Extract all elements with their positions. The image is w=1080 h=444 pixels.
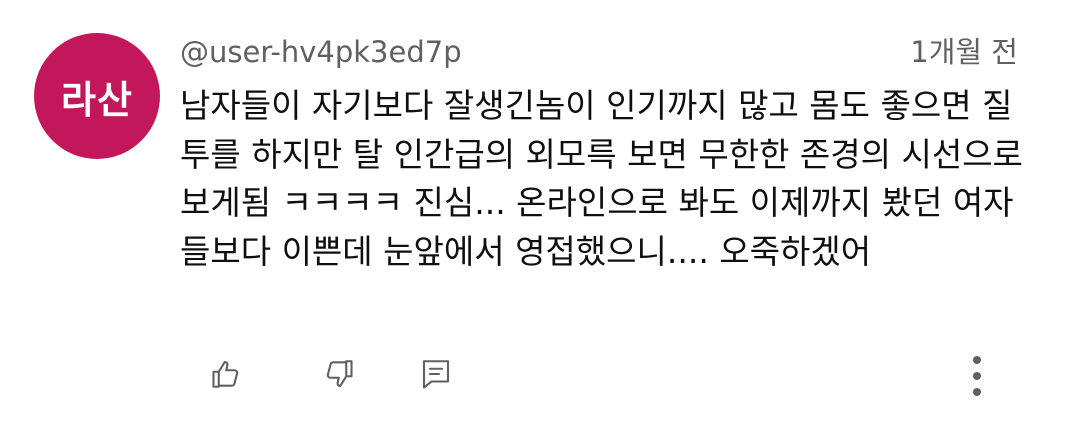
comment-item: 라산 @user-hv4pk3ed7p 1개월 전 남자들이 자기보다 잘생긴놈… bbox=[0, 0, 1080, 444]
more-options-button[interactable] bbox=[953, 350, 1001, 402]
like-button[interactable] bbox=[203, 350, 251, 398]
thumbs-down-icon bbox=[320, 356, 356, 392]
reply-button[interactable] bbox=[412, 350, 460, 398]
dislike-button[interactable] bbox=[314, 350, 362, 398]
more-vertical-icon bbox=[971, 354, 983, 398]
comment-author[interactable]: @user-hv4pk3ed7p bbox=[180, 32, 462, 72]
comment-timestamp: 1개월 전 bbox=[910, 35, 1018, 69]
avatar-initials: 라산 bbox=[61, 77, 133, 122]
comment-text: 남자들이 자기보다 잘생긴놈이 인기까지 많고 몸도 좋으면 질투를 하지만 탈… bbox=[180, 86, 1023, 271]
avatar[interactable]: 라산 bbox=[34, 33, 160, 159]
thumbs-up-icon bbox=[209, 356, 245, 392]
reply-comment-icon bbox=[418, 356, 454, 392]
comment-actions bbox=[0, 350, 1080, 402]
